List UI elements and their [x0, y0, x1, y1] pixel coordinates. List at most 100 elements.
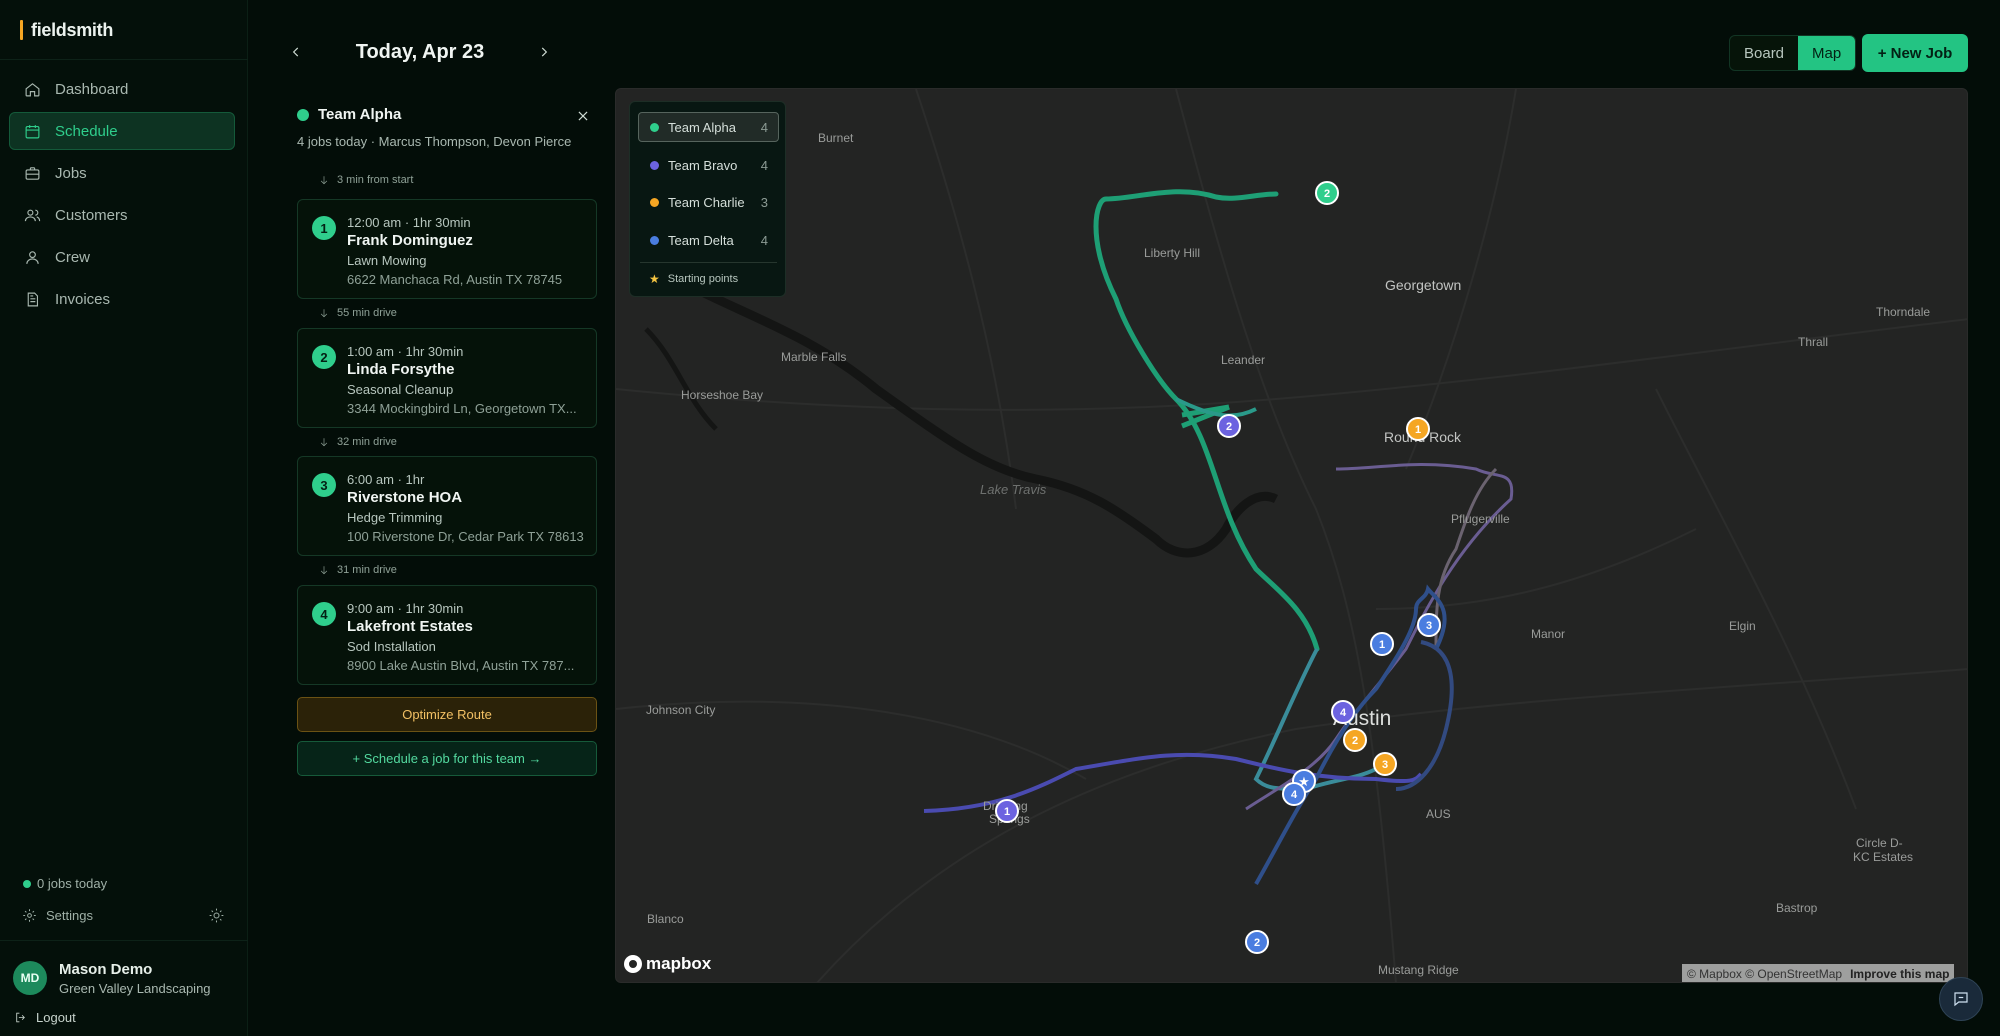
nav-item-dashboard[interactable]: Dashboard [9, 70, 235, 108]
new-job-button[interactable]: + New Job [1862, 34, 1968, 72]
nav-item-crew[interactable]: Crew [9, 238, 235, 276]
logout-link[interactable]: Logout [14, 1010, 76, 1025]
job-marker[interactable]: 2 [1245, 930, 1269, 954]
legend-item-team-delta[interactable]: Team Delta 4 [638, 225, 779, 255]
job-time: 12:00 am · 1hr 30min [347, 215, 471, 230]
job-number-badge: 1 [312, 216, 336, 240]
legend-item-team-charlie[interactable]: Team Charlie 3 [638, 187, 779, 217]
job-time: 1:00 am · 1hr 30min [347, 344, 464, 359]
job-marker[interactable]: 1 [1406, 417, 1430, 441]
job-marker[interactable]: 1 [995, 799, 1019, 823]
job-marker[interactable]: 4 [1331, 700, 1355, 724]
legend-team-count: 3 [760, 194, 768, 210]
job-client: Riverstone HOA [347, 489, 463, 506]
board-view-button[interactable]: Board [1730, 36, 1798, 70]
arrow-down-icon [320, 566, 328, 575]
sidebar: fieldsmith Dashboard Schedule Jobs Custo… [0, 0, 248, 1036]
legend-color-dot [650, 160, 659, 170]
job-card[interactable]: 2 1:00 am · 1hr 30min Linda Forsythe Sea… [297, 328, 597, 428]
map-label-horseshoe-bay: Horseshoe Bay [681, 388, 763, 402]
legend-starting-points-label: Starting points [667, 273, 739, 285]
star-icon: ★ [649, 272, 660, 286]
legend-team-name: Team Delta [668, 232, 734, 248]
job-marker-number: 1 [1415, 424, 1421, 436]
mapbox-logo[interactable]: mapbox [624, 954, 711, 974]
improve-map-link[interactable]: Improve this map [1850, 967, 1949, 981]
team-name: Team Alpha [318, 106, 402, 123]
legend-item-team-bravo[interactable]: Team Bravo 4 [638, 150, 779, 180]
job-number-badge: 4 [312, 602, 336, 626]
drive-time-label: 55 min drive [337, 307, 397, 319]
legend-team-name: Team Charlie [668, 194, 745, 210]
job-marker[interactable]: 1 [1370, 632, 1394, 656]
map-label-circle-d: Circle D- [1856, 836, 1903, 850]
arrow-down-icon [320, 176, 328, 185]
nav-label: Crew [55, 248, 91, 266]
brand-logo[interactable]: fieldsmith [20, 18, 113, 42]
drive-time: 31 min drive [319, 564, 397, 576]
job-address: 100 Riverstone Dr, Cedar Park TX 78613 [347, 529, 584, 544]
legend-team-count: 4 [760, 232, 768, 248]
nav-item-customers[interactable]: Customers [9, 196, 235, 234]
job-marker[interactable]: 3 [1417, 613, 1441, 637]
map-label-johnson-city: Johnson City [646, 703, 715, 717]
job-client: Frank Dominguez [347, 232, 473, 249]
nav-item-invoices[interactable]: Invoices [9, 280, 235, 318]
job-card[interactable]: 1 12:00 am · 1hr 30min Frank Dominguez L… [297, 199, 597, 299]
route-team-alpha[interactable] [1093, 189, 1320, 652]
brand-accent-bar [20, 20, 23, 40]
legend-starting-points: ★ Starting points [649, 272, 738, 286]
map-label-bastrop: Bastrop [1776, 901, 1818, 915]
schedule-job-for-team-button[interactable]: + Schedule a job for this team → [297, 741, 597, 776]
attribution-text: © Mapbox © OpenStreetMap [1687, 966, 1843, 981]
job-marker[interactable]: 3 [1373, 752, 1397, 776]
prev-day-button[interactable] [285, 41, 307, 63]
optimize-route-button[interactable]: Optimize Route [297, 697, 597, 732]
job-marker-number: 4 [1340, 707, 1347, 719]
next-day-button[interactable] [533, 41, 555, 63]
chevron-right-icon [541, 47, 548, 57]
avatar[interactable]: MD [13, 961, 47, 995]
date-navigator: Today, Apr 23 [285, 36, 555, 68]
job-client: Lakefront Estates [347, 618, 473, 635]
close-panel-button[interactable] [576, 109, 590, 128]
job-marker[interactable]: 2 [1315, 181, 1339, 205]
settings-link[interactable]: Settings [22, 908, 93, 923]
legend-team-count: 4 [760, 119, 768, 135]
legend-team-name: Team Alpha [668, 119, 736, 135]
job-marker-number: 2 [1254, 937, 1260, 949]
team-summary: 4 jobs today · Marcus Thompson, Devon Pi… [297, 134, 572, 149]
map-attribution[interactable]: © Mapbox © OpenStreetMap Improve this ma… [1682, 964, 1955, 982]
chat-support-button[interactable] [1939, 977, 1983, 1021]
map-label-kc-estates: KC Estates [1853, 850, 1913, 864]
job-marker[interactable]: 2 [1343, 728, 1367, 752]
theme-toggle[interactable] [209, 908, 224, 928]
legend-item-team-alpha[interactable]: Team Alpha 4 [638, 112, 779, 142]
drive-time-label: 3 min from start [337, 174, 414, 186]
job-marker-number: 4 [1291, 789, 1298, 801]
legend-team-count: 4 [760, 157, 768, 173]
river [644, 327, 718, 431]
map-label-thrall: Thrall [1798, 335, 1828, 349]
nav-item-schedule[interactable]: Schedule [9, 112, 235, 150]
job-card[interactable]: 4 9:00 am · 1hr 30min Lakefront Estates … [297, 585, 597, 685]
job-marker-number: 2 [1324, 188, 1330, 200]
job-card[interactable]: 3 6:00 am · 1hr Riverstone HOA Hedge Tri… [297, 456, 597, 556]
brand-divider [0, 59, 248, 60]
briefcase-icon [25, 166, 40, 180]
map-view-button[interactable]: Map [1798, 36, 1856, 70]
user-icon [26, 250, 39, 264]
nav-item-jobs[interactable]: Jobs [9, 154, 235, 192]
legend-team-name: Team Bravo [668, 157, 738, 173]
route-map[interactable]: Burnet Liberty Hill Georgetown Thorndale… [615, 88, 1968, 983]
legend-divider [640, 262, 777, 263]
job-service: Seasonal Cleanup [347, 382, 454, 397]
job-marker[interactable]: 2 [1217, 414, 1241, 438]
job-address: 6622 Manchaca Rd, Austin TX 78745 [347, 272, 563, 287]
home-icon [25, 82, 40, 96]
team-color-dot [297, 108, 309, 121]
view-toggle: Board Map [1729, 35, 1857, 71]
map-canvas[interactable]: Burnet Liberty Hill Georgetown Thorndale… [616, 89, 1968, 983]
job-marker[interactable]: 4 [1282, 782, 1306, 806]
job-marker-number: 2 [1226, 421, 1232, 433]
